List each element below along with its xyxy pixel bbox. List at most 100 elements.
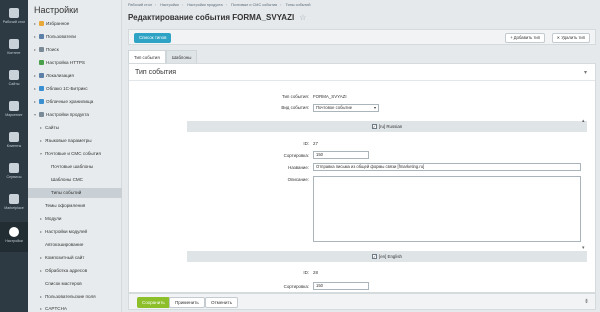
gear-icon	[9, 227, 19, 237]
cloud-icon	[39, 86, 44, 92]
rail-item-label: Рабочий стол	[2, 20, 26, 24]
menu-item-autocache[interactable]: Автокэширование	[28, 240, 122, 250]
globe-icon	[39, 73, 44, 79]
menu-item-composite-site[interactable]: ▸ Композитный сайт	[28, 253, 122, 263]
breadcrumb-item[interactable]: Настройки	[160, 3, 179, 7]
checkbox-en[interactable]: ✓	[372, 254, 378, 260]
menu-item-themes[interactable]: Темы оформления	[28, 201, 122, 211]
name-label: Название:	[288, 165, 309, 170]
rail-item-content[interactable]: Контент	[0, 34, 28, 64]
favorite-star-icon[interactable]: ☆	[299, 13, 306, 22]
breadcrumb-item[interactable]: Почтовые и СМС события	[231, 3, 277, 7]
services-icon	[9, 163, 19, 173]
add-type-button[interactable]: + Добавить тип	[505, 33, 545, 43]
menu-item-localization[interactable]: ▸ Локализация	[28, 71, 122, 81]
lang-bar-en[interactable]: ✓ [en] English	[187, 251, 587, 262]
save-button[interactable]: Сохранить	[137, 297, 170, 308]
rail-item-marketing[interactable]: Маркетинг	[0, 96, 28, 126]
menu-item-bitrix-cloud[interactable]: ▸ Облако 1С-Битрикс	[28, 84, 122, 94]
menu-item-label: Облачные хранилища	[46, 99, 94, 104]
rail-item-label: Marketplace	[4, 206, 24, 210]
menu-item-label: Почтовые шаблоны	[51, 164, 94, 169]
sort-input-ru[interactable]: 150	[313, 151, 369, 159]
page-title-text: Редактирование события FORMA_SVYAZI	[128, 13, 295, 22]
menu-item-sms-templates[interactable]: Шаблоны СМС	[28, 175, 122, 185]
kind-select-value: Почтовое событие	[316, 105, 353, 110]
rail-item-label: Сайты	[8, 82, 20, 86]
menu-item-search[interactable]: ▸ Поиск	[28, 45, 122, 55]
delete-type-button[interactable]: ✕ Удалить тип	[551, 33, 590, 43]
rail-item-desktop[interactable]: Рабочий стол	[0, 3, 28, 33]
scroll-down-caret-icon[interactable]: ▾	[582, 245, 585, 251]
breadcrumb: Рабочий стол › Настройки › Настройки проду…	[128, 3, 311, 7]
sort-label-en: Сортировка:	[283, 284, 309, 289]
name-input-ru[interactable]: Отправка письма из общей формы связи [fm…	[313, 163, 581, 171]
menu-item-wizards[interactable]: Список мастеров	[28, 279, 122, 289]
menu-item-module-settings[interactable]: ▸ Настройки модулей	[28, 227, 122, 237]
menu-item-cloud-storage[interactable]: ▸ Облачные хранилища	[28, 97, 122, 107]
sort-label: Сортировка:	[283, 153, 309, 158]
settings-menu: Настройки ▸ Избранное ▸ Пользователи ▸ Поис…	[28, 0, 122, 312]
sort-input-en[interactable]: 150	[313, 282, 369, 290]
menu-item-language-params[interactable]: ▸ Языковые параметры	[28, 136, 122, 146]
event-types-list-button[interactable]: Список типов	[134, 33, 172, 43]
description-textarea-ru[interactable]	[313, 176, 581, 242]
event-type-label: Тип события:	[282, 94, 309, 99]
menu-item-mail-sms-events[interactable]: ▾ Почтовые и СМС события	[28, 149, 122, 159]
collapse-caret-icon[interactable]: ▾	[584, 69, 587, 76]
scroll-up-caret-icon[interactable]: ▴	[582, 118, 585, 124]
breadcrumb-item[interactable]: Настройки продукта	[187, 3, 223, 7]
menu-item-label: Почтовые и СМС события	[45, 151, 101, 156]
breadcrumb-item[interactable]: Типы событий	[285, 3, 310, 7]
form-actions-bar: Сохранить Применить Отменить ⇟	[128, 293, 596, 310]
rail-item-settings[interactable]: Настройки	[0, 222, 28, 252]
menu-item-product-settings[interactable]: ▾ Настройки продукта	[28, 110, 122, 120]
rail-item-services[interactable]: Сервисы	[0, 158, 28, 188]
rail-item-marketplace[interactable]: Marketplace	[0, 189, 28, 219]
menu-item-label: Настройка HTTPS	[46, 60, 85, 65]
menu-item-label: Модули	[45, 216, 62, 221]
menu-title: Настройки	[34, 5, 79, 15]
cloud-storage-icon	[39, 99, 44, 105]
description-label: Описание:	[287, 177, 309, 182]
kind-select[interactable]: Почтовое событие ▾	[313, 104, 379, 112]
rail-item-label: Маркетинг	[5, 113, 23, 117]
menu-item-event-types[interactable]: Типы событий	[28, 188, 122, 198]
settings-icon	[39, 112, 44, 118]
menu-item-label: Темы оформления	[45, 203, 86, 208]
menu-item-label: Список мастеров	[45, 281, 82, 286]
menu-item-modules[interactable]: ▸ Модули	[28, 214, 122, 224]
chevron-down-icon: ▾	[373, 105, 376, 110]
breadcrumb-item[interactable]: Рабочий стол	[128, 3, 152, 7]
lang-bar-ru[interactable]: ✓ [ru] Russian	[187, 121, 587, 132]
menu-item-captcha[interactable]: ▸ CAPTCHA	[28, 304, 122, 312]
main-content: Рабочий стол › Настройки › Настройки проду…	[122, 0, 600, 312]
menu-item-label: Шаблоны СМС	[51, 177, 84, 182]
menu-item-https[interactable]: Настройка HTTPS	[28, 58, 122, 68]
users-icon	[39, 34, 44, 40]
tab-templates[interactable]: Шаблоны	[166, 50, 198, 63]
menu-item-label: Обработка адресов	[45, 268, 88, 273]
rail-item-label: Сервисы	[6, 175, 22, 179]
menu-item-favorites[interactable]: ▸ Избранное	[28, 19, 122, 29]
content-icon	[9, 39, 19, 49]
tab-event-type[interactable]: Тип события	[128, 50, 166, 63]
menu-item-mail-templates[interactable]: Почтовые шаблоны	[28, 162, 122, 172]
rail-item-label: Клиенты	[6, 144, 22, 148]
menu-item-url-processing[interactable]: ▸ Обработка адресов	[28, 266, 122, 276]
apply-button[interactable]: Применить	[169, 297, 205, 308]
menu-item-users[interactable]: ▸ Пользователи	[28, 32, 122, 42]
rail-item-clients[interactable]: Клиенты	[0, 127, 28, 157]
sites-icon	[9, 70, 19, 80]
menu-item-label: Облако 1С-Битрикс	[46, 86, 88, 91]
id-value: 27	[313, 141, 318, 146]
cancel-button[interactable]: Отменить	[205, 297, 238, 308]
rail-item-sites[interactable]: Сайты	[0, 65, 28, 95]
checkbox-ru[interactable]: ✓	[371, 124, 377, 130]
panel-header: Тип события ▾	[129, 64, 595, 81]
menu-item-label: Пользователи	[46, 34, 76, 39]
menu-item-label: CAPTCHA	[45, 306, 67, 311]
pin-icon[interactable]: ⇟	[584, 298, 589, 305]
menu-item-user-fields[interactable]: ▸ Пользовательские поля	[28, 292, 122, 302]
menu-item-sites[interactable]: ▸ Сайты	[28, 123, 122, 133]
